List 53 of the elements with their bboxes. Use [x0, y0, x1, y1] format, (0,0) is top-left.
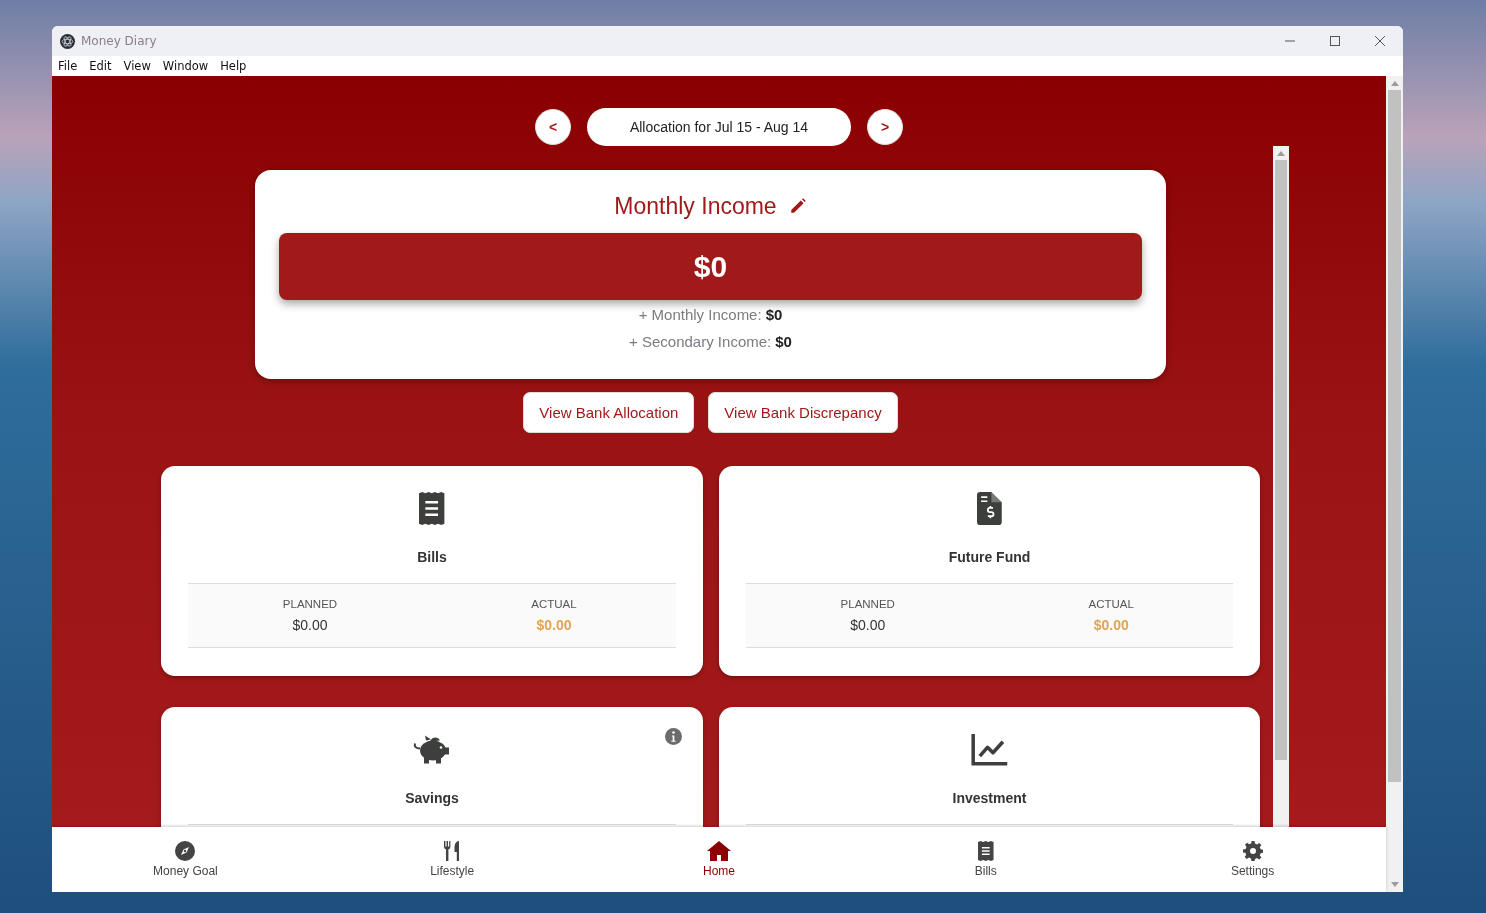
stat-label: ACTUAL	[1088, 598, 1134, 610]
maximize-icon[interactable]	[1329, 35, 1341, 47]
category-name: Future Fund	[948, 549, 1031, 566]
view-button[interactable]: View Bank Allocation	[523, 392, 695, 433]
home-icon	[707, 841, 731, 861]
window-title: Money Diary	[81, 34, 157, 48]
scrollbar[interactable]	[1273, 146, 1289, 827]
income-line-label: + Secondary Income:	[629, 333, 772, 350]
income-line-label: + Monthly Income:	[638, 306, 762, 323]
nav-tab[interactable]: Bills	[852, 827, 1120, 892]
previous-button[interactable]: <	[535, 109, 571, 145]
category-card[interactable]: Future Fund PLANNED $0.00 ACTUAL $0.00	[719, 466, 1260, 676]
pencil-icon[interactable]	[788, 197, 807, 215]
category-card[interactable]: Investment	[719, 707, 1260, 827]
stat-label: PLANNED	[282, 598, 338, 610]
nav-tab[interactable]: Money Goal	[52, 827, 319, 892]
window-scrollbar[interactable]	[1386, 76, 1403, 892]
income-line-value: $0	[775, 333, 792, 350]
category-card[interactable]: Bills PLANNED $0.00 ACTUAL $0.00	[161, 466, 703, 676]
menu-item[interactable]: File	[58, 59, 84, 73]
stat-value: $0.00	[536, 617, 572, 633]
income-total: $0	[279, 233, 1142, 300]
next-button[interactable]: >	[867, 109, 903, 145]
category-name: Bills	[417, 549, 447, 566]
income-line-value: $0	[765, 306, 783, 323]
stat-label: PLANNED	[840, 598, 895, 610]
document-dollar-icon	[977, 492, 1002, 525]
category-name: Savings	[405, 790, 459, 807]
menu-item[interactable]: Window	[162, 59, 215, 73]
category-card[interactable]: Savings	[161, 707, 703, 827]
nav-tab[interactable]: Lifestyle	[318, 827, 586, 892]
view-button[interactable]: View Bank Discrepancy	[708, 392, 898, 433]
line-chart-icon	[970, 733, 1009, 766]
receipt-icon	[978, 841, 994, 861]
menu-item[interactable]: View	[123, 59, 157, 73]
stat-value: $0.00	[850, 617, 886, 633]
nav-tab[interactable]: Home	[585, 827, 853, 892]
app-icon	[60, 33, 75, 49]
settings-icon	[1242, 841, 1263, 861]
stat-value: $0.00	[1093, 617, 1129, 633]
income-title: Monthly Income	[614, 192, 777, 220]
compass-icon	[175, 841, 196, 861]
period-label: Allocation for Jul 15 - Aug 14	[587, 108, 851, 146]
stat-label: ACTUAL	[531, 598, 577, 610]
info-icon[interactable]	[665, 728, 682, 745]
stat-value: $0.00	[292, 617, 328, 633]
menu-item[interactable]: Edit	[89, 59, 118, 73]
category-name: Investment	[952, 790, 1027, 807]
receipt-icon	[419, 492, 445, 525]
menu-item[interactable]: Help	[220, 59, 253, 73]
close-icon[interactable]	[1374, 35, 1386, 47]
nav-tab[interactable]: Settings	[1119, 827, 1386, 892]
piggy-bank-icon	[413, 733, 451, 766]
